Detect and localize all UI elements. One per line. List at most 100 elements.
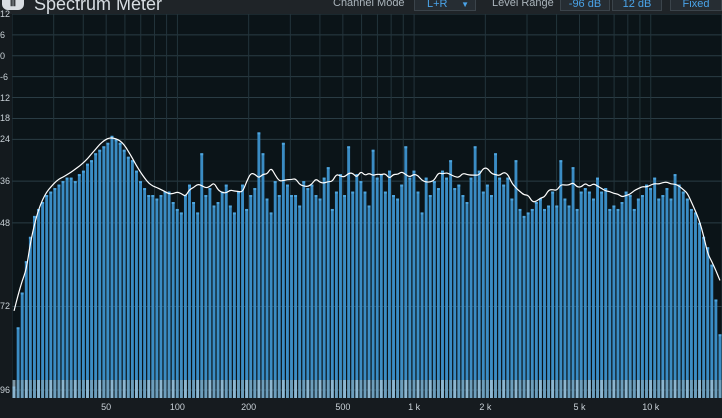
spectrum-bar-peak xyxy=(530,208,534,211)
spectrum-bar-peak xyxy=(400,184,404,187)
spectrum-bar xyxy=(624,191,628,398)
meter-floor-segment xyxy=(81,380,85,398)
meter-floor-segment xyxy=(175,380,179,398)
spectrum-bar-peak xyxy=(653,177,657,180)
meter-floor-segment xyxy=(718,380,722,398)
meter-floor-segment xyxy=(396,380,400,398)
level-min-field[interactable]: -96 dB xyxy=(560,0,610,11)
spectrum-bar xyxy=(636,198,640,398)
spectrum-bar xyxy=(628,195,632,398)
spectrum-bar-peak xyxy=(461,195,465,198)
meter-floor-segment xyxy=(375,380,379,398)
spectrum-chart xyxy=(12,14,722,398)
x-axis: 50 100 200 500 1 k 2 k 5 k 10 k xyxy=(0,398,722,418)
spectrum-bar-peak xyxy=(245,208,249,211)
spectrum-bar-peak xyxy=(600,191,604,194)
meter-floor-segment xyxy=(314,380,318,398)
spectrum-bar xyxy=(257,132,261,398)
meter-floor-segment xyxy=(159,380,163,398)
meter-floor-segment xyxy=(575,380,579,398)
meter-floor-segment xyxy=(547,380,551,398)
spectrum-bar xyxy=(220,191,224,398)
spectrum-bar xyxy=(522,215,526,398)
meter-floor-segment xyxy=(412,380,416,398)
meter-floor-segment xyxy=(473,380,477,398)
spectrum-bar-peak xyxy=(188,184,191,187)
level-max-field[interactable]: 12 dB xyxy=(612,0,662,11)
spectrum-bar xyxy=(371,149,375,398)
spectrum-bar xyxy=(689,208,693,398)
x-tick-label: 100 xyxy=(169,402,185,412)
meter-floor-segment xyxy=(502,380,506,398)
meter-floor-segment xyxy=(653,380,657,398)
meter-floor-segment xyxy=(514,380,518,398)
spectrum-bar xyxy=(449,160,453,398)
spectrum-bar xyxy=(330,208,334,398)
meter-floor-segment xyxy=(20,380,24,398)
meter-floor-segment xyxy=(404,380,408,398)
spectrum-bar xyxy=(653,177,657,398)
meter-floor-segment xyxy=(334,380,338,398)
spectrum-bar-peak xyxy=(69,177,73,180)
meter-floor-segment xyxy=(249,380,253,398)
spectrum-bar-peak xyxy=(681,191,685,194)
meter-floor-segment xyxy=(143,380,147,398)
spectrum-bar-peak xyxy=(689,208,693,211)
spectrum-bar-peak xyxy=(224,184,228,187)
spectrum-bar xyxy=(445,177,449,398)
spectrum-bar-peak xyxy=(126,156,130,159)
x-tick-label: 1 k xyxy=(408,402,421,412)
spectrum-bar xyxy=(698,222,701,398)
spectrum-bar-peak xyxy=(571,167,575,170)
spectrum-bar xyxy=(126,156,130,398)
spectrum-bar-peak xyxy=(175,208,179,211)
spectrum-bar-peak xyxy=(416,191,420,194)
spectrum-bar xyxy=(98,149,102,398)
x-tick-label: 2 k xyxy=(479,402,492,412)
spectrum-bar xyxy=(681,191,685,398)
spectrum-bar xyxy=(424,177,428,398)
meter-floor-segment xyxy=(33,380,36,398)
spectrum-bar-peak xyxy=(249,195,253,198)
meter-floor-segment xyxy=(257,380,261,398)
meter-floor-segment xyxy=(506,380,510,398)
meter-floor-segment xyxy=(73,380,77,398)
meter-floor-segment xyxy=(241,380,244,398)
meter-floor-segment xyxy=(310,380,314,398)
y-tick-label: 36 xyxy=(0,176,11,187)
meter-floor-segment xyxy=(53,380,57,398)
meter-floor-segment xyxy=(420,380,424,398)
spectrum-bar-peak xyxy=(534,202,538,204)
y-tick-label: 24 xyxy=(0,134,11,145)
spectrum-bar xyxy=(673,174,677,398)
spectrum-bar xyxy=(155,198,159,398)
spectrum-bar-peak xyxy=(559,160,563,163)
meter-floor-segment xyxy=(322,380,326,398)
spectrum-bar-peak xyxy=(555,205,559,208)
spectrum-bar xyxy=(706,247,710,398)
spectrum-bar-peak xyxy=(428,195,432,198)
meter-floor-segment xyxy=(351,380,355,398)
y-tick-label: 12 xyxy=(0,9,11,19)
spectrum-bar-peak xyxy=(73,181,77,184)
meter-floor-segment xyxy=(269,380,273,398)
spectrum-bar xyxy=(404,146,408,398)
meter-floor-segment xyxy=(604,380,608,398)
meter-floor-segment xyxy=(216,380,220,398)
channel-mode-select[interactable]: L+R ▼ xyxy=(414,0,476,11)
meter-floor-segment xyxy=(490,380,493,398)
spectrum-bar-peak xyxy=(498,177,502,180)
meter-floor-segment xyxy=(710,380,714,398)
spectrum-bar xyxy=(285,184,289,398)
spectrum-bar xyxy=(526,212,530,398)
meter-floor-segment xyxy=(383,380,387,398)
meter-floor-segment xyxy=(208,380,212,398)
spectrum-bar-peak xyxy=(81,170,85,173)
spectrum-bar xyxy=(175,208,179,398)
spectrum-bar xyxy=(490,195,493,398)
spectrum-bar-peak xyxy=(608,208,612,211)
meter-floor-segment xyxy=(273,380,277,398)
fixed-toggle[interactable]: Fixed xyxy=(670,0,722,11)
meter-floor-segment xyxy=(616,380,620,398)
spectrum-bar xyxy=(318,198,322,398)
